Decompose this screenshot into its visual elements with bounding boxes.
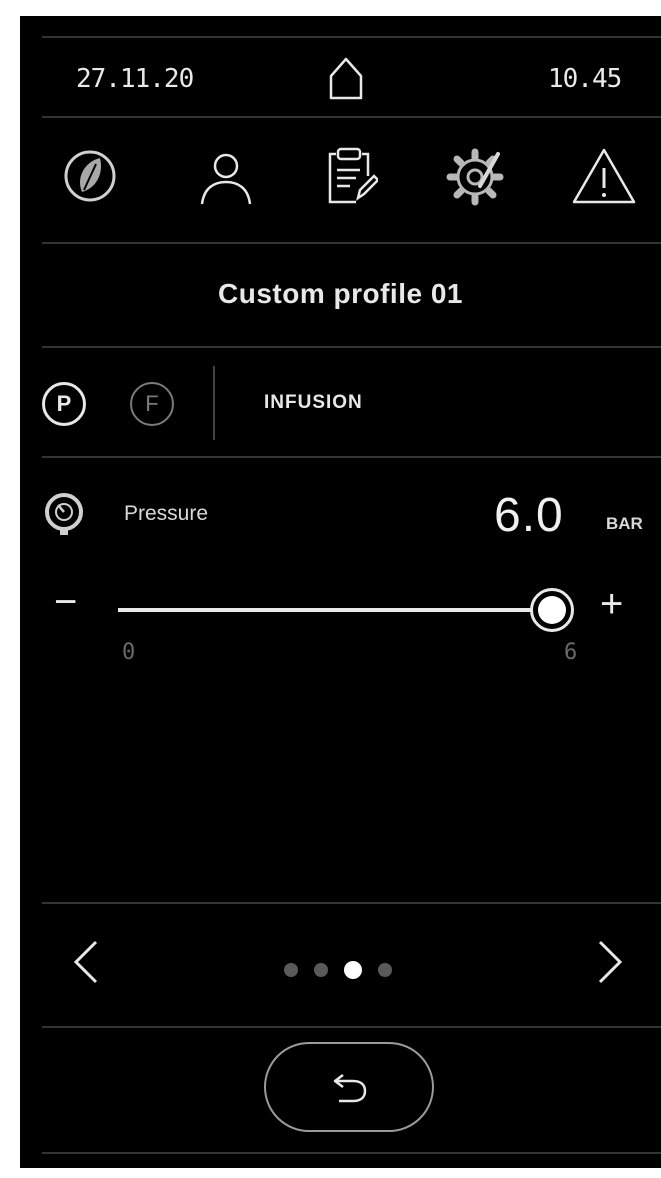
page-dot[interactable] xyxy=(284,963,298,977)
user-icon[interactable] xyxy=(196,148,256,208)
clipboard-edit-icon[interactable] xyxy=(322,146,378,206)
warning-icon[interactable] xyxy=(570,146,638,206)
page-indicator xyxy=(284,960,392,980)
divider xyxy=(42,36,661,38)
divider xyxy=(42,1026,661,1028)
time-label: 10.45 xyxy=(548,64,622,94)
divider xyxy=(42,346,661,348)
leaf-icon[interactable] xyxy=(62,148,118,204)
pressure-label: Pressure xyxy=(124,502,209,525)
slider-min-label: 0 xyxy=(122,640,136,665)
pressure-slider-track[interactable] xyxy=(118,588,574,632)
phase-label: INFUSION xyxy=(264,392,363,413)
page-dot-active[interactable] xyxy=(344,961,362,979)
flow-mode-button[interactable]: F xyxy=(130,382,174,426)
page-dot[interactable] xyxy=(314,963,328,977)
divider xyxy=(42,456,661,458)
pressure-slider-fill xyxy=(118,608,552,612)
undo-icon xyxy=(327,1069,371,1105)
divider xyxy=(42,242,661,244)
home-icon[interactable] xyxy=(328,56,364,100)
slider-max-label: 6 xyxy=(564,640,578,665)
increment-button[interactable]: + xyxy=(600,584,623,624)
pressure-mode-label: P xyxy=(56,391,72,416)
divider xyxy=(42,902,661,904)
back-button[interactable] xyxy=(264,1042,434,1132)
pressure-value: 6.0 xyxy=(494,489,564,542)
slider-thumb-knob xyxy=(538,596,566,624)
device-screen: 27.11.20 10.45 Custom profile 01 P F INF… xyxy=(20,16,661,1168)
divider xyxy=(42,116,661,118)
decrement-button[interactable]: − xyxy=(54,582,77,622)
gear-icon[interactable] xyxy=(444,146,506,208)
flow-mode-label: F xyxy=(145,391,159,416)
divider xyxy=(42,1152,661,1154)
chevron-left-icon[interactable] xyxy=(72,938,100,986)
page-dot[interactable] xyxy=(378,963,392,977)
pressure-unit: BAR xyxy=(606,514,643,533)
pressure-mode-button[interactable]: P xyxy=(42,382,86,426)
divider xyxy=(213,366,215,440)
date-label: 27.11.20 xyxy=(76,64,194,94)
profile-title: Custom profile 01 xyxy=(218,278,463,309)
pressure-slider-thumb[interactable] xyxy=(530,588,574,632)
pressure-gauge-icon xyxy=(44,492,84,536)
chevron-right-icon[interactable] xyxy=(596,938,624,986)
